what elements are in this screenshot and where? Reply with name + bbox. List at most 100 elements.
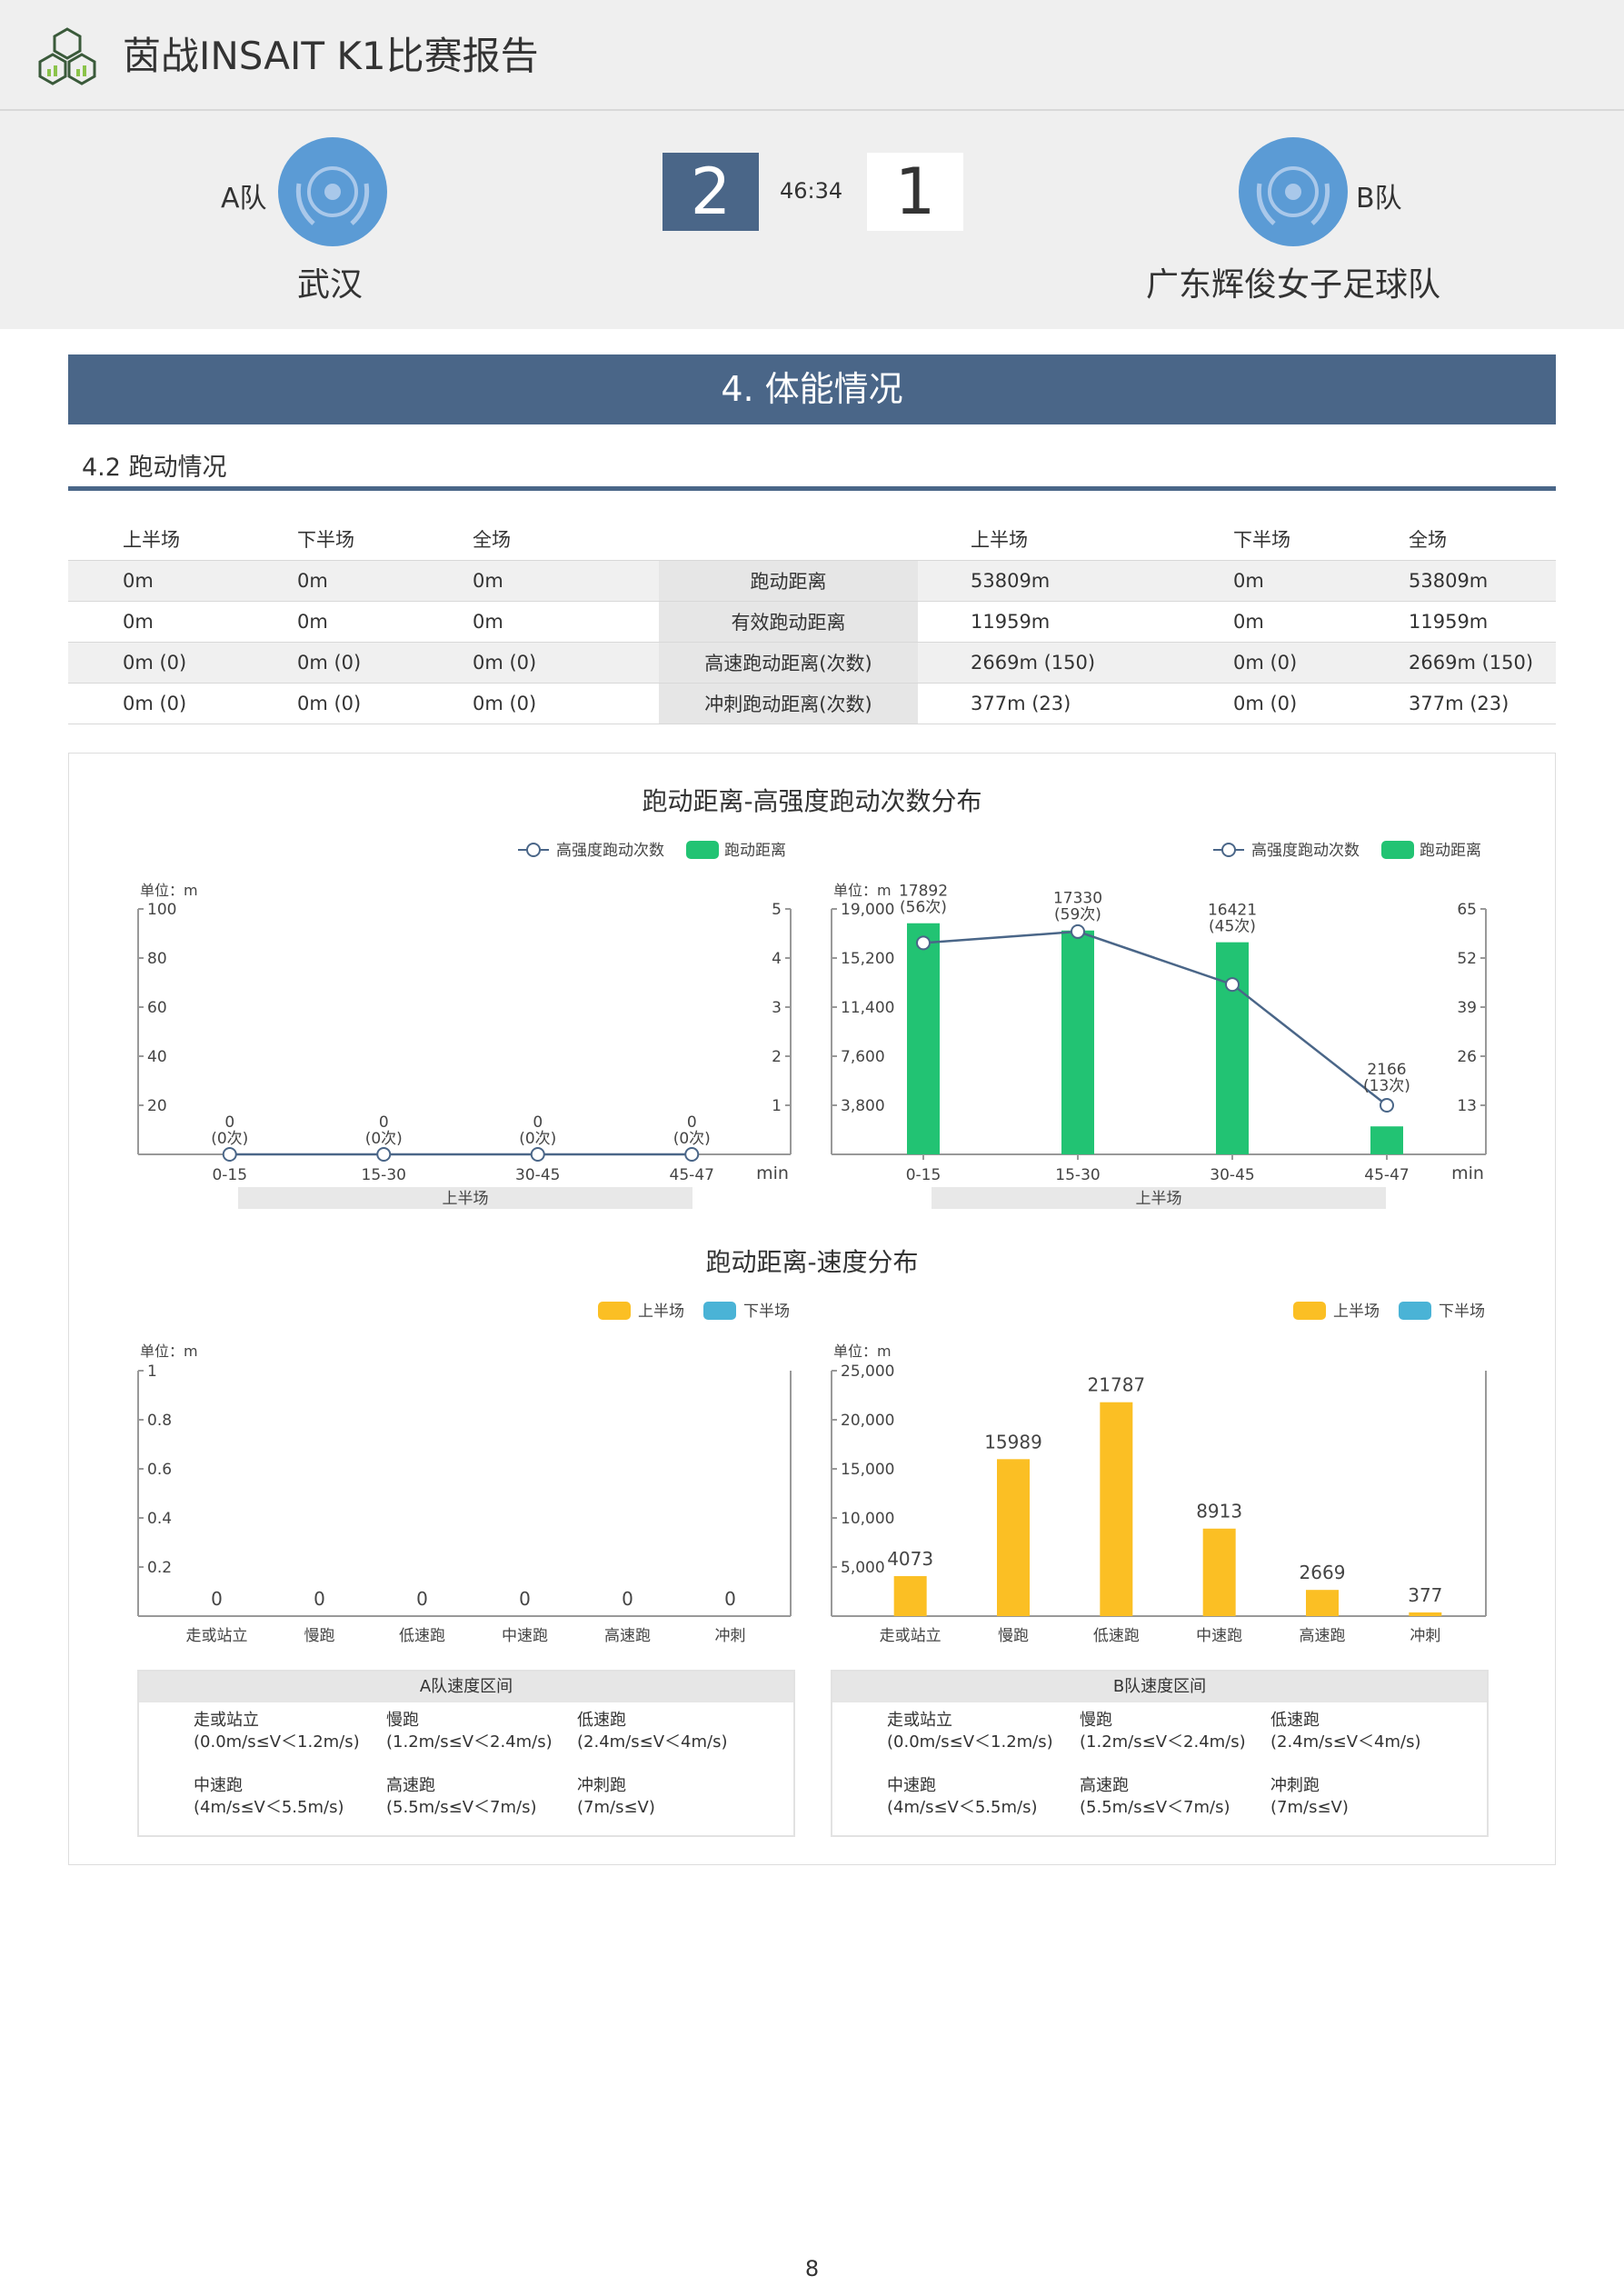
x-tick-label: 30-45 <box>1210 1166 1254 1184</box>
data-label: 2669 <box>1300 1562 1346 1583</box>
x-tick-label: 0-15 <box>906 1166 942 1184</box>
legend-swatch <box>598 1302 631 1320</box>
count-line <box>922 930 1388 1106</box>
distance-bar <box>1370 1126 1403 1154</box>
y-tick-label: 20 <box>147 1097 167 1115</box>
y2-tick-label: 1 <box>772 1097 782 1115</box>
x-tick-label: 走或站立 <box>880 1627 942 1645</box>
speed-zone-item: 高速跑 (5.5m/s≤V＜7m/s) <box>1080 1775 1230 1819</box>
speed-zone-name: 慢跑 <box>1080 1711 1112 1730</box>
speed-zone-range: (4m/s≤V＜5.5m/s) <box>194 1798 344 1817</box>
speed-zone-name: 冲刺跑 <box>577 1776 626 1795</box>
data-label: 0 <box>533 1113 543 1132</box>
unit-label: 单位：m <box>833 882 892 899</box>
y-tick-label: 7,600 <box>841 1048 885 1066</box>
distance-bar <box>907 923 940 1154</box>
unit-label: 单位：m <box>140 882 198 899</box>
distance-bar <box>1061 930 1094 1154</box>
legend-marker-icon <box>526 843 541 857</box>
speed-zone-range: (1.2m/s≤V＜2.4m/s) <box>1080 1732 1246 1752</box>
y-tick-label: 80 <box>147 950 167 968</box>
speed-zone-name: 慢跑 <box>386 1711 419 1730</box>
speed-zone-item: 走或站立 (0.0m/s≤V＜1.2m/s) <box>194 1710 360 1753</box>
legend-label: 高强度跑动次数 <box>556 842 664 860</box>
legend-label: 高强度跑动次数 <box>1251 842 1360 860</box>
speed-zone-item: 慢跑 (1.2m/s≤V＜2.4m/s) <box>1080 1710 1246 1753</box>
x-tick-label: 中速跑 <box>502 1627 548 1645</box>
x-unit-label: min <box>756 1163 789 1183</box>
chart-canvas: 单位：m1008060402054321min高强度跑动次数 跑动距离上半场0-1… <box>137 841 1487 1645</box>
speed-zone-name: 低速跑 <box>1270 1711 1320 1730</box>
data-label: 0 <box>519 1588 531 1610</box>
data-label: 4073 <box>887 1548 933 1570</box>
legend-label: 上半场 <box>1333 1303 1380 1321</box>
data-label: 17330 <box>1053 890 1102 908</box>
y-tick-label: 15,000 <box>841 1461 894 1479</box>
speed-zone-name: 走或站立 <box>194 1711 259 1730</box>
data-label: 16421 <box>1208 902 1257 920</box>
y2-tick-label: 4 <box>772 950 782 968</box>
data-label: 2166 <box>1367 1061 1406 1079</box>
speed-zone-range: (0.0m/s≤V＜1.2m/s) <box>887 1732 1053 1752</box>
legend-label: 跑动距离 <box>724 842 786 860</box>
speed-zone-item: 慢跑 (1.2m/s≤V＜2.4m/s) <box>386 1710 553 1753</box>
speed-zone-range: (7m/s≤V) <box>577 1798 655 1817</box>
speed-zone-item: 中速跑 (4m/s≤V＜5.5m/s) <box>194 1775 344 1819</box>
y-tick-label: 15,200 <box>841 950 894 968</box>
x-tick-label: 0-15 <box>212 1166 247 1184</box>
data-label: 0 <box>211 1588 223 1610</box>
speed-zone-range: (5.5m/s≤V＜7m/s) <box>386 1798 537 1817</box>
speed-zone-item: 冲刺跑 (7m/s≤V) <box>1270 1775 1349 1819</box>
data-label: 0 <box>724 1588 736 1610</box>
distance-bar <box>1216 942 1249 1154</box>
count-label: (0次) <box>211 1130 248 1148</box>
count-label: (45次) <box>1209 918 1256 936</box>
team-a-speed-zone-table: A队速度区间 走或站立 (0.0m/s≤V＜1.2m/s) 慢跑 (1.2m/s≤V＜… <box>137 1670 795 1837</box>
y-tick-label: 0.6 <box>147 1461 172 1479</box>
speed-zone-name: 走或站立 <box>887 1711 952 1730</box>
data-label: 377 <box>1408 1584 1442 1606</box>
count-label: (59次) <box>1054 906 1101 924</box>
y-tick-label: 1 <box>147 1363 157 1381</box>
y2-tick-label: 52 <box>1457 950 1477 968</box>
speed-zone-range: (2.4m/s≤V＜4m/s) <box>1270 1732 1421 1752</box>
count-label: (0次) <box>673 1130 711 1148</box>
count-point <box>376 1147 392 1162</box>
page-number: 8 <box>804 2256 820 2281</box>
y-tick-label: 0.4 <box>147 1510 172 1528</box>
y-tick-label: 20,000 <box>841 1412 894 1430</box>
unit-label: 单位：m <box>833 1343 892 1360</box>
data-label: 0 <box>224 1113 234 1132</box>
data-label: 0 <box>622 1588 633 1610</box>
data-label: 0 <box>314 1588 325 1610</box>
speed-bar <box>1306 1590 1339 1616</box>
speed-bar <box>893 1576 927 1616</box>
speed-zone-range: (1.2m/s≤V＜2.4m/s) <box>386 1732 553 1752</box>
x-tick-label: 45-47 <box>670 1166 714 1184</box>
speed-zone-name: 低速跑 <box>577 1711 626 1730</box>
x-tick-label: 慢跑 <box>998 1626 1029 1645</box>
x-tick-label: 中速跑 <box>1196 1627 1242 1645</box>
count-label: (0次) <box>365 1130 403 1148</box>
y2-tick-label: 39 <box>1457 999 1477 1017</box>
speed-zone-name: 高速跑 <box>1080 1776 1129 1795</box>
x-tick-label: 走或站立 <box>186 1627 248 1645</box>
count-point <box>1071 923 1085 939</box>
speed-bar <box>1202 1528 1236 1616</box>
x-tick-label: 15-30 <box>362 1166 406 1184</box>
legend-swatch <box>1381 841 1414 859</box>
y-tick-label: 0.2 <box>147 1559 172 1577</box>
y-tick-label: 0.8 <box>147 1412 172 1430</box>
y-tick-label: 3,800 <box>841 1097 885 1115</box>
x-tick-label: 高速跑 <box>604 1627 651 1645</box>
speed-zone-item: 中速跑 (4m/s≤V＜5.5m/s) <box>887 1775 1037 1819</box>
legend-label: 跑动距离 <box>1420 842 1481 860</box>
count-point <box>222 1147 237 1162</box>
y-tick-label: 100 <box>147 901 176 919</box>
speed-zone-item: 低速跑 (2.4m/s≤V＜4m/s) <box>577 1710 727 1753</box>
x-unit-label: min <box>1451 1163 1484 1183</box>
legend-swatch <box>1293 1302 1326 1320</box>
speed-bar <box>997 1459 1030 1616</box>
count-label: (0次) <box>519 1130 556 1148</box>
legend-swatch <box>703 1302 736 1320</box>
